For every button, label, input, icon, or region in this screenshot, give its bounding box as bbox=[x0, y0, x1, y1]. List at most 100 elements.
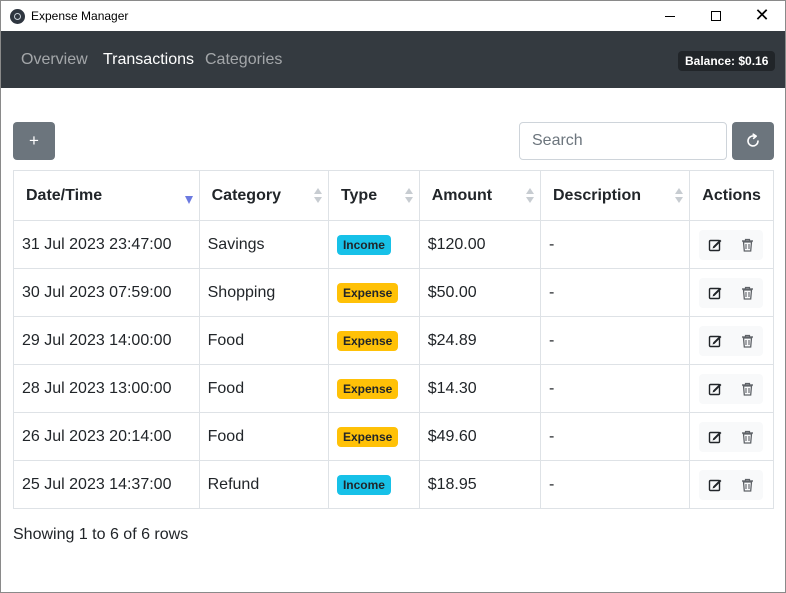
app-window: Expense Manager ✕ Overview Transactions … bbox=[0, 0, 786, 593]
cell-amount: $49.60 bbox=[418, 412, 541, 461]
cell-category: Food bbox=[198, 364, 329, 413]
cell-datetime: 29 Jul 2023 14:00:00 bbox=[13, 316, 200, 365]
type-badge: Income bbox=[336, 474, 391, 495]
cell-actions bbox=[689, 268, 774, 317]
table-header-row: Date/Time Category Type Amount Descripti… bbox=[13, 170, 774, 221]
minimize-button[interactable] bbox=[647, 1, 693, 31]
edit-button[interactable] bbox=[699, 277, 732, 308]
table-row: 28 Jul 2023 13:00:00 Food Expense $14.30… bbox=[13, 364, 774, 413]
trash-icon bbox=[741, 382, 753, 396]
cell-amount: $14.30 bbox=[418, 364, 541, 413]
type-badge: Expense bbox=[336, 378, 399, 399]
cell-type: Expense bbox=[327, 268, 420, 317]
cell-datetime: 31 Jul 2023 23:47:00 bbox=[13, 220, 200, 269]
edit-icon bbox=[709, 287, 722, 299]
top-navbar: Overview Transactions Categories Balance… bbox=[1, 31, 785, 88]
header-datetime[interactable]: Date/Time bbox=[13, 170, 200, 221]
trash-icon bbox=[741, 478, 753, 492]
edit-button[interactable] bbox=[699, 421, 732, 452]
window-title: Expense Manager bbox=[31, 9, 129, 23]
cell-amount: $120.00 bbox=[418, 220, 541, 269]
header-actions-label: Actions bbox=[702, 186, 761, 204]
table-row: 29 Jul 2023 14:00:00 Food Expense $24.89… bbox=[13, 316, 774, 365]
edit-icon bbox=[709, 335, 722, 347]
nav-categories[interactable]: Categories bbox=[205, 51, 282, 69]
trash-icon bbox=[741, 430, 753, 444]
refresh-button[interactable] bbox=[732, 122, 774, 160]
sort-icon bbox=[404, 188, 413, 204]
delete-button[interactable] bbox=[731, 277, 764, 308]
trash-icon bbox=[741, 286, 753, 300]
cell-datetime: 30 Jul 2023 07:59:00 bbox=[13, 268, 200, 317]
type-badge: Expense bbox=[336, 282, 399, 303]
trash-icon bbox=[741, 238, 753, 252]
table-row: 26 Jul 2023 20:14:00 Food Expense $49.60… bbox=[13, 412, 774, 461]
close-button[interactable]: ✕ bbox=[739, 1, 785, 31]
cell-type: Expense bbox=[327, 412, 420, 461]
cell-type: Income bbox=[327, 460, 420, 509]
cell-description: - bbox=[539, 316, 691, 365]
maximize-button[interactable] bbox=[693, 1, 739, 31]
nav-overview[interactable]: Overview bbox=[21, 51, 88, 69]
cell-category: Food bbox=[198, 316, 329, 365]
edit-button[interactable] bbox=[699, 229, 732, 260]
cell-amount: $24.89 bbox=[418, 316, 541, 365]
header-description[interactable]: Description bbox=[539, 170, 691, 221]
cell-actions bbox=[689, 412, 774, 461]
cell-type: Expense bbox=[327, 364, 420, 413]
trash-icon bbox=[741, 334, 753, 348]
table-row: 30 Jul 2023 07:59:00 Shopping Expense $5… bbox=[13, 268, 774, 317]
table-row: 25 Jul 2023 14:37:00 Refund Income $18.9… bbox=[13, 460, 774, 509]
edit-button[interactable] bbox=[699, 325, 732, 356]
edit-icon bbox=[709, 431, 722, 443]
sort-icon bbox=[675, 188, 684, 204]
cell-category: Food bbox=[198, 412, 329, 461]
header-datetime-label: Date/Time bbox=[26, 186, 103, 204]
cell-description: - bbox=[539, 364, 691, 413]
cell-actions bbox=[689, 460, 774, 509]
edit-icon bbox=[709, 479, 722, 491]
header-amount-label: Amount bbox=[431, 186, 493, 204]
title-bar: Expense Manager ✕ bbox=[1, 1, 785, 31]
sort-desc-icon bbox=[184, 188, 193, 204]
edit-icon bbox=[709, 239, 722, 251]
delete-button[interactable] bbox=[731, 229, 764, 260]
pagination-info: Showing 1 to 6 of 6 rows bbox=[13, 526, 189, 543]
header-type[interactable]: Type bbox=[327, 170, 420, 221]
delete-button[interactable] bbox=[731, 325, 764, 356]
cell-actions bbox=[689, 220, 774, 269]
refresh-icon bbox=[747, 133, 759, 147]
delete-button[interactable] bbox=[731, 469, 764, 500]
edit-button[interactable] bbox=[699, 373, 732, 404]
delete-button[interactable] bbox=[731, 421, 764, 452]
cell-description: - bbox=[539, 268, 691, 317]
type-badge: Expense bbox=[336, 330, 399, 351]
type-badge: Expense bbox=[336, 426, 399, 447]
cell-type: Income bbox=[327, 220, 420, 269]
edit-button[interactable] bbox=[699, 469, 732, 500]
delete-button[interactable] bbox=[731, 373, 764, 404]
cell-description: - bbox=[539, 460, 691, 509]
add-transaction-button[interactable]: + bbox=[13, 122, 55, 160]
cell-actions bbox=[689, 316, 774, 365]
nav-transactions[interactable]: Transactions bbox=[103, 51, 194, 69]
header-category-label: Category bbox=[211, 186, 281, 204]
cell-amount: $18.95 bbox=[418, 460, 541, 509]
edit-icon bbox=[709, 383, 722, 395]
header-actions: Actions bbox=[689, 170, 774, 221]
header-category[interactable]: Category bbox=[198, 170, 329, 221]
cell-description: - bbox=[539, 220, 691, 269]
cell-actions bbox=[689, 364, 774, 413]
sort-icon bbox=[313, 188, 322, 204]
search-input[interactable] bbox=[519, 122, 727, 160]
transactions-table: Date/Time Category Type Amount Descripti… bbox=[13, 170, 774, 509]
cell-datetime: 25 Jul 2023 14:37:00 bbox=[13, 460, 200, 509]
cell-datetime: 28 Jul 2023 13:00:00 bbox=[13, 364, 200, 413]
cell-category: Savings bbox=[198, 220, 329, 269]
cell-datetime: 26 Jul 2023 20:14:00 bbox=[13, 412, 200, 461]
header-amount[interactable]: Amount bbox=[418, 170, 541, 221]
type-badge: Income bbox=[336, 234, 391, 255]
maximize-icon bbox=[711, 11, 721, 21]
cell-category: Shopping bbox=[198, 268, 329, 317]
cell-description: - bbox=[539, 412, 691, 461]
